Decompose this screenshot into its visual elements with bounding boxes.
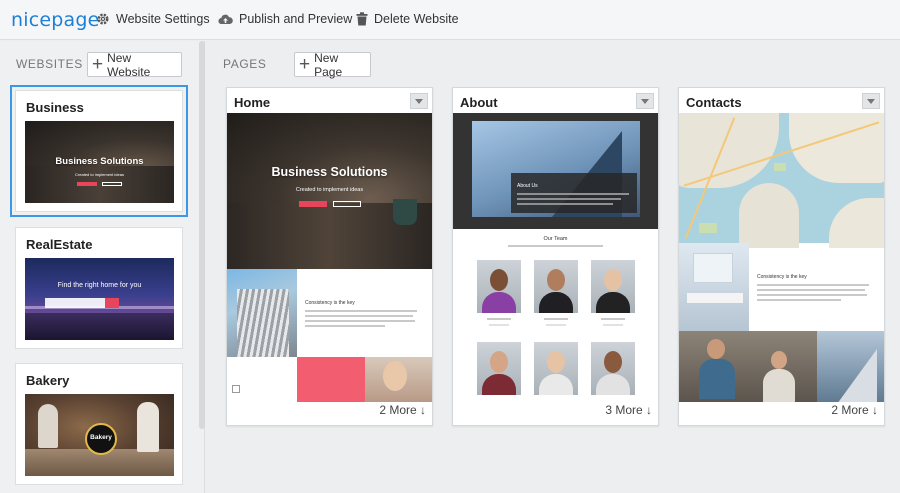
office-image [679,243,749,331]
page-title: Home [234,95,271,110]
team-member-photo [591,260,635,313]
block-heading: Consistency is the key [305,300,355,306]
hero-title: Business Solutions [271,165,388,179]
page-menu-dropdown[interactable] [862,93,880,109]
page-preview: Consistency is the key [679,113,884,402]
website-settings-button[interactable]: Website Settings [96,12,210,26]
hero-cta-button [299,201,327,207]
more-pages-link[interactable]: 3 More ↓ [605,403,652,417]
team-photo [679,331,817,402]
team-member-photo [534,260,578,313]
thumb-hero-title: Business Solutions [55,156,144,167]
about-hero [453,113,658,229]
website-settings-label: Website Settings [116,12,210,26]
top-toolbar: nicepage Website Settings Publish and Pr… [0,0,900,40]
edit-icon [232,385,240,393]
website-thumbnail: Bakery [25,394,174,476]
cloud-upload-icon [218,14,233,24]
block-heading: Consistency is the key [757,274,807,280]
website-card-bakery[interactable]: Bakery Bakery [15,363,183,485]
plus-icon: + [299,54,311,75]
map-block [679,113,884,248]
new-website-label: New Website [107,50,151,79]
pages-section-label: PAGES [223,57,267,71]
page-title: About [460,95,498,110]
team-member-photo [534,342,578,395]
delete-website-label: Delete Website [374,12,459,26]
gear-icon [97,13,109,25]
page-menu-dropdown[interactable] [636,93,654,109]
hero-secondary-button [333,201,361,207]
chevron-down-icon [867,98,875,104]
thumb-search-button [105,298,119,308]
thumb-hero-title: Find the right home for you [57,282,142,289]
website-title: RealEstate [26,237,93,252]
team-member-photo [477,342,521,395]
architecture-image [227,269,297,357]
websites-section-label: WEBSITES [16,57,83,71]
team-heading: Our Team [543,236,568,242]
thumb-badge-text: Bakery [90,434,112,441]
page-card-home[interactable]: Home Business Solutions Created to imple… [226,87,433,426]
hero-subtitle: Created to implement ideas [295,187,364,193]
plus-icon: + [92,54,104,75]
more-pages-link[interactable]: 2 More ↓ [831,403,878,417]
chevron-down-icon [415,98,423,104]
page-preview: Business Solutions Created to implement … [227,113,432,402]
team-member-photo [477,260,521,313]
new-page-button[interactable]: + New Page [294,50,371,79]
thumb-hero-subtitle: Created to implement ideas [75,172,124,177]
portrait-image [365,357,432,402]
thumb-secondary-button [102,182,122,186]
building-image [817,331,884,402]
page-title: Contacts [686,95,742,110]
thumb-cta-button [77,182,97,186]
publish-preview-label: Publish and Preview [239,12,353,26]
new-website-button[interactable]: + New Website [87,50,182,79]
website-thumbnail: Find the right home for you [25,258,174,340]
more-pages-link[interactable]: 2 More ↓ [379,403,426,417]
page-card-about[interactable]: About About Us Our Team 3 More ↓ [452,87,659,426]
website-thumbnail: Business Solutions Created to implement … [25,121,174,203]
page-menu-dropdown[interactable] [410,93,428,109]
chevron-down-icon [641,98,649,104]
app-logo: nicepage [11,9,100,31]
sidebar-scrollbar[interactable] [199,41,205,429]
team-member-photo [591,342,635,395]
new-page-label: New Page [314,50,343,79]
page-card-contacts[interactable]: Contacts Consistency is the key 2 More ↓ [678,87,885,426]
page-preview: About Us Our Team [453,113,658,402]
delete-website-button[interactable]: Delete Website [356,12,459,26]
publish-preview-button[interactable]: Publish and Preview [218,12,352,26]
website-card-business[interactable]: Business Business Solutions Created to i… [10,85,188,217]
website-card-realestate[interactable]: RealEstate Find the right home for you [15,227,183,349]
about-hero-heading: About Us [517,183,538,189]
thumb-search-field [45,298,105,308]
website-title: Business [26,100,84,115]
accent-block [297,357,365,402]
website-title: Bakery [26,373,70,388]
trash-icon [356,12,368,26]
